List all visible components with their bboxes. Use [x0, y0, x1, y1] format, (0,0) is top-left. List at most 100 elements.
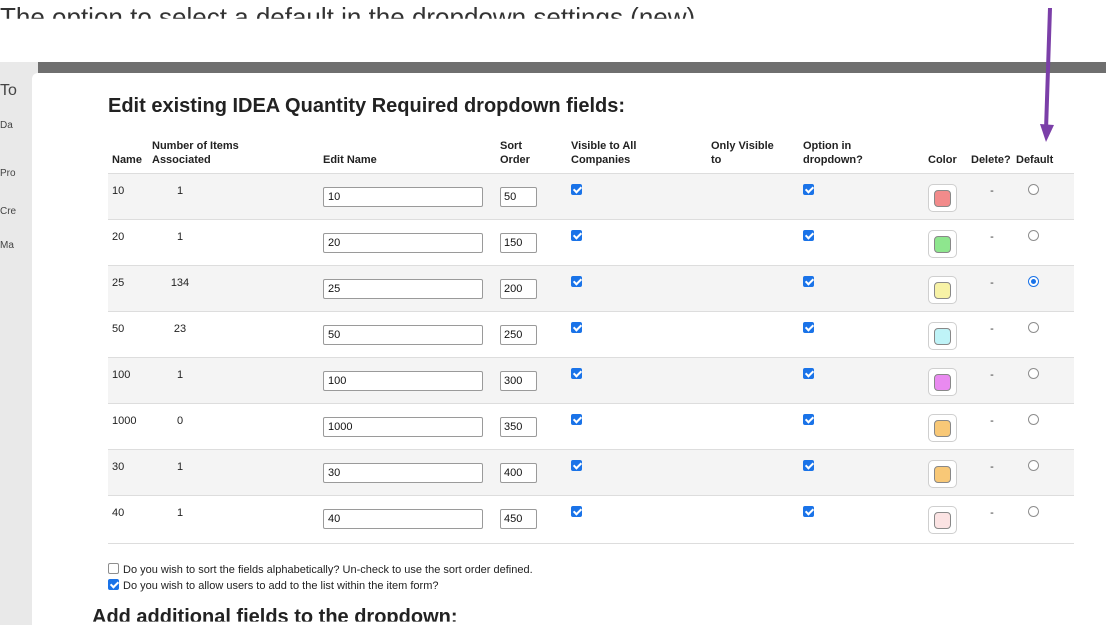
color-swatch: [934, 420, 951, 437]
color-swatch: [934, 328, 951, 345]
edit-name-input[interactable]: [323, 371, 483, 391]
header-default: Default: [1016, 154, 1054, 166]
row-items-count: 1: [176, 507, 184, 519]
edit-name-input[interactable]: [323, 463, 483, 483]
table-row: 1000 0 -: [108, 403, 1074, 449]
row-name: 10: [112, 185, 125, 197]
sort-order-input[interactable]: [500, 233, 537, 253]
sort-order-input[interactable]: [500, 463, 537, 483]
visible-all-checkbox[interactable]: [571, 184, 582, 195]
table-body: 10 1 - 20 1 - 25 134 - 50 23 - 100 1 - 1000 0 - 30 1 - 40 1 -: [108, 174, 1074, 541]
color-picker[interactable]: [928, 276, 957, 304]
edit-name-input[interactable]: [323, 187, 483, 207]
header-sort-order: Sort Order: [500, 140, 530, 166]
sidebar-item: Da: [0, 120, 13, 131]
option-dropdown-checkbox[interactable]: [803, 506, 814, 517]
visible-all-checkbox[interactable]: [571, 276, 582, 287]
delete-indicator: -: [990, 507, 994, 519]
option-dropdown-checkbox[interactable]: [803, 322, 814, 333]
header-edit-name: Edit Name: [323, 154, 377, 166]
sidebar-item: Pro: [0, 168, 16, 179]
color-picker[interactable]: [928, 414, 957, 442]
table-row: 40 1 -: [108, 495, 1074, 541]
edit-dropdown-modal: Edit existing IDEA Quantity Required dro…: [32, 73, 1106, 633]
color-swatch: [934, 374, 951, 391]
sort-order-input[interactable]: [500, 279, 537, 299]
color-swatch: [934, 512, 951, 529]
table-header: Name Number of Items Associated Edit Nam…: [108, 131, 1074, 174]
table-row: 10 1 -: [108, 174, 1074, 219]
option-dropdown-checkbox[interactable]: [803, 460, 814, 471]
default-radio[interactable]: [1028, 506, 1039, 517]
edit-name-input[interactable]: [323, 325, 483, 345]
default-radio[interactable]: [1028, 276, 1039, 287]
row-items-count: 1: [176, 369, 184, 381]
row-items-count: 134: [170, 277, 190, 289]
default-radio[interactable]: [1028, 322, 1039, 333]
visible-all-checkbox[interactable]: [571, 414, 582, 425]
color-swatch: [934, 190, 951, 207]
visible-all-checkbox[interactable]: [571, 230, 582, 241]
add-fields-heading: Add additional fields to the dropdown:: [92, 606, 458, 628]
allow-add-label: Do you wish to allow users to add to the…: [123, 580, 439, 592]
color-picker[interactable]: [928, 460, 957, 488]
allow-add-checkbox[interactable]: [108, 579, 119, 590]
sort-order-input[interactable]: [500, 417, 537, 437]
sidebar-item: Cre: [0, 206, 17, 217]
color-picker[interactable]: [928, 506, 957, 534]
delete-indicator: -: [990, 231, 994, 243]
allow-add-option: Do you wish to allow users to add to the…: [108, 579, 438, 592]
option-dropdown-checkbox[interactable]: [803, 184, 814, 195]
edit-name-input[interactable]: [323, 279, 483, 299]
edit-name-input[interactable]: [323, 417, 483, 437]
sort-order-input[interactable]: [500, 509, 537, 529]
color-picker[interactable]: [928, 230, 957, 258]
color-swatch: [934, 236, 951, 253]
color-swatch: [934, 282, 951, 299]
color-picker[interactable]: [928, 184, 957, 212]
option-dropdown-checkbox[interactable]: [803, 414, 814, 425]
visible-all-checkbox[interactable]: [571, 506, 582, 517]
sort-alpha-checkbox[interactable]: [108, 563, 119, 574]
default-radio[interactable]: [1028, 230, 1039, 241]
visible-all-checkbox[interactable]: [571, 322, 582, 333]
option-dropdown-checkbox[interactable]: [803, 368, 814, 379]
color-picker[interactable]: [928, 322, 957, 350]
sidebar-item: To: [0, 82, 17, 99]
header-delete: Delete?: [971, 154, 1011, 166]
table-row: 20 1 -: [108, 219, 1074, 265]
row-name: 25: [112, 277, 125, 289]
row-name: 40: [112, 507, 125, 519]
delete-indicator: -: [990, 415, 994, 427]
delete-indicator: -: [990, 369, 994, 381]
sort-order-input[interactable]: [500, 187, 537, 207]
sort-order-input[interactable]: [500, 325, 537, 345]
row-name: 50: [112, 323, 125, 335]
edit-name-input[interactable]: [323, 509, 483, 529]
default-radio[interactable]: [1028, 414, 1039, 425]
row-items-count: 0: [176, 415, 184, 427]
table-bottom-rule: [108, 543, 1074, 544]
visible-all-checkbox[interactable]: [571, 368, 582, 379]
delete-indicator: -: [990, 323, 994, 335]
edit-name-input[interactable]: [323, 233, 483, 253]
row-items-count: 1: [176, 185, 184, 197]
color-picker[interactable]: [928, 368, 957, 396]
row-name: 20: [112, 231, 125, 243]
default-radio[interactable]: [1028, 460, 1039, 471]
row-name: 1000: [112, 415, 137, 427]
color-swatch: [934, 466, 951, 483]
row-name: 100: [112, 369, 131, 381]
default-radio[interactable]: [1028, 368, 1039, 379]
row-items-count: 1: [176, 231, 184, 243]
row-items-count: 23: [173, 323, 187, 335]
table-row: 25 134 -: [108, 265, 1074, 311]
header-option-dropdown: Option in dropdown?: [803, 140, 863, 166]
option-dropdown-checkbox[interactable]: [803, 276, 814, 287]
header-items: Number of Items Associated: [152, 140, 239, 166]
visible-all-checkbox[interactable]: [571, 460, 582, 471]
option-dropdown-checkbox[interactable]: [803, 230, 814, 241]
sort-order-input[interactable]: [500, 371, 537, 391]
table-row: 50 23 -: [108, 311, 1074, 357]
default-radio[interactable]: [1028, 184, 1039, 195]
